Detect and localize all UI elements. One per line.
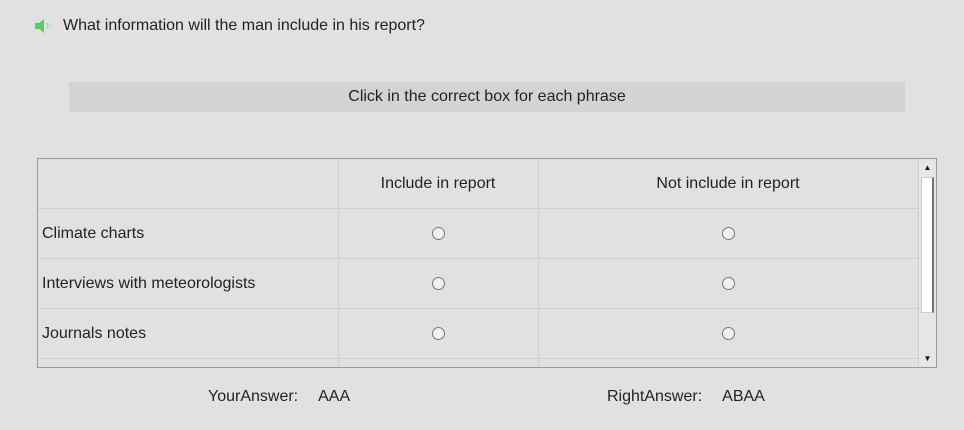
not-include-option-cell[interactable]: [538, 258, 919, 309]
include-option-cell[interactable]: [338, 358, 539, 367]
not-include-option-cell[interactable]: [538, 208, 919, 259]
not-include-option-cell[interactable]: [538, 358, 919, 367]
scroll-down-icon[interactable]: ▼: [919, 350, 936, 367]
phrase-cell: Journals notes: [38, 308, 339, 359]
question-text: What information will the man include in…: [63, 17, 425, 34]
not-include-radio[interactable]: [721, 226, 735, 240]
vertical-scrollbar[interactable]: ▲ ▼: [918, 159, 936, 367]
phrase-cell: Climate charts: [38, 208, 339, 259]
include-radio[interactable]: [431, 276, 445, 290]
include-radio[interactable]: [431, 326, 445, 340]
include-radio[interactable]: [431, 226, 445, 240]
table-row: Journals notes: [38, 308, 919, 359]
include-option-cell[interactable]: [338, 308, 539, 359]
phrase-cell: [38, 358, 339, 367]
table-header-row: Include in report Not include in report: [38, 159, 919, 209]
your-answer-value: AAA: [318, 388, 351, 405]
answer-table-container: Include in report Not include in report …: [37, 158, 937, 368]
answer-table: Include in report Not include in report …: [38, 159, 919, 367]
column-header-not-include: Not include in report: [538, 159, 919, 209]
scroll-up-icon[interactable]: ▲: [919, 159, 936, 176]
table-row: Interviews with meteorologists: [38, 258, 919, 309]
scroll-thumb[interactable]: [921, 177, 934, 313]
table-row: Climate charts: [38, 208, 919, 259]
right-answer: RightAnswer: ABAA: [607, 388, 765, 406]
include-option-cell[interactable]: [338, 258, 539, 309]
not-include-radio[interactable]: [721, 326, 735, 340]
table-row: [38, 358, 919, 367]
column-header-phrase: [38, 159, 339, 209]
right-answer-value: ABAA: [722, 388, 765, 405]
right-answer-label: RightAnswer:: [607, 388, 703, 405]
your-answer: YourAnswer: AAA: [208, 388, 350, 406]
not-include-option-cell[interactable]: [538, 308, 919, 359]
instruction-banner: Click in the correct box for each phrase: [69, 82, 905, 112]
speaker-icon[interactable]: [34, 18, 54, 34]
your-answer-label: YourAnswer:: [208, 388, 299, 405]
not-include-radio[interactable]: [721, 276, 735, 290]
instruction-text: Click in the correct box for each phrase: [348, 88, 626, 105]
include-option-cell[interactable]: [338, 208, 539, 259]
column-header-include: Include in report: [338, 159, 539, 209]
phrase-cell: Interviews with meteorologists: [38, 258, 339, 309]
question-prompt: What information will the man include in…: [34, 16, 425, 36]
